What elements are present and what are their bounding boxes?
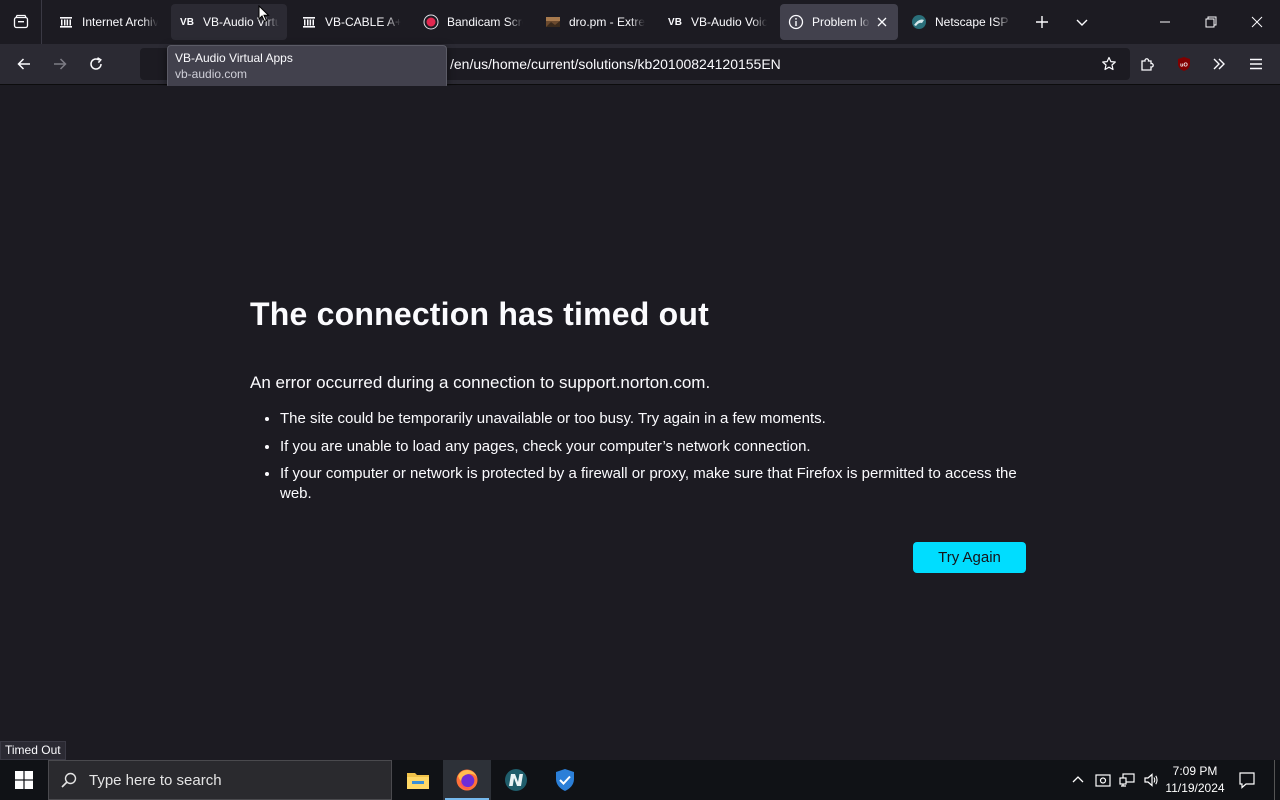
- tooltip-url: vb-audio.com: [175, 67, 248, 81]
- action-center-button[interactable]: [1232, 760, 1262, 800]
- suggestion-item: The site could be temporarily unavailabl…: [280, 409, 1030, 429]
- info-icon: [788, 14, 804, 30]
- restore-button[interactable]: [1188, 0, 1234, 44]
- close-icon: [1251, 16, 1263, 28]
- taskbar-firefox[interactable]: [443, 760, 491, 800]
- tab-label: dro.pm - Extremely: [569, 15, 645, 29]
- tab-label: VB-CABLE A+B: [325, 15, 401, 29]
- network-icon: [1119, 772, 1135, 788]
- shield-icon: [554, 768, 576, 792]
- taskbar-search-box[interactable]: Type here to search: [48, 760, 392, 800]
- suggestion-item: If your computer or network is protected…: [280, 464, 1030, 504]
- error-suggestions: The site could be temporarily unavailabl…: [250, 409, 1030, 512]
- page-title: The connection has timed out: [250, 296, 709, 332]
- tab-problem-loading[interactable]: Problem loading page: [780, 4, 898, 40]
- tab-internet-archive[interactable]: Internet Archive: [50, 4, 166, 40]
- puzzle-icon: [1140, 56, 1156, 72]
- app-menu-button[interactable]: [1240, 48, 1272, 80]
- url-text: /en/us/home/current/solutions/kb20100824…: [450, 56, 781, 72]
- netscape-icon: [911, 14, 927, 30]
- start-button[interactable]: [0, 760, 48, 800]
- image-icon: [545, 14, 561, 30]
- error-page: The connection has timed out An error oc…: [0, 86, 1280, 760]
- archive-icon: [58, 14, 74, 30]
- error-description: An error occurred during a connection to…: [250, 373, 711, 392]
- restore-icon: [1205, 16, 1217, 28]
- reload-button[interactable]: [80, 48, 112, 80]
- search-placeholder: Type here to search: [89, 771, 222, 789]
- arrow-left-icon: [16, 56, 32, 72]
- firefox-view-button[interactable]: [0, 0, 42, 44]
- svg-text:uO: uO: [1180, 62, 1188, 68]
- tab-vb-cable[interactable]: VB-CABLE A+B: [293, 4, 409, 40]
- close-tab-icon[interactable]: [874, 14, 890, 30]
- taskbar-security-app[interactable]: [541, 760, 589, 800]
- new-tab-button[interactable]: [1024, 4, 1060, 40]
- chevron-double-right-icon: [1211, 56, 1227, 72]
- ublock-icon: uO: [1176, 56, 1192, 72]
- tab-netscape-isp[interactable]: Netscape ISP Pages: [903, 4, 1019, 40]
- try-again-button[interactable]: Try Again: [913, 542, 1026, 573]
- tooltip-title: VB-Audio Virtual Apps: [175, 51, 293, 65]
- vb-icon: VB: [668, 16, 682, 28]
- taskbar: Type here to search 7:09 PM 11/19/2024: [0, 760, 1280, 800]
- clock-date: 11/19/2024: [1165, 781, 1225, 795]
- minimize-button[interactable]: [1142, 0, 1188, 44]
- tab-label: VB-Audio VoiceMeeter: [691, 15, 767, 29]
- record-icon: [423, 14, 439, 30]
- capture-icon: [1095, 772, 1111, 788]
- hamburger-menu-icon: [1248, 56, 1264, 72]
- close-window-button[interactable]: [1234, 0, 1280, 44]
- tray-network-icon[interactable]: [1117, 770, 1137, 790]
- chevron-up-icon: [1072, 774, 1084, 786]
- tab-voicemeeter[interactable]: VB VB-Audio VoiceMeeter: [659, 4, 775, 40]
- suggestion-item: If you are unable to load any pages, che…: [280, 437, 1030, 457]
- back-button[interactable]: [8, 48, 40, 80]
- tab-strip: Internet Archive VB VB-Audio Virtual App…: [0, 0, 1280, 44]
- extensions-button[interactable]: [1132, 48, 1164, 80]
- tab-label: Internet Archive: [82, 15, 158, 29]
- taskbar-file-explorer[interactable]: [394, 760, 442, 800]
- file-explorer-icon: [406, 769, 430, 791]
- tab-label: Netscape ISP Pages: [935, 15, 1011, 29]
- tray-overflow-button[interactable]: [1068, 770, 1088, 790]
- notification-icon: [1238, 771, 1256, 789]
- plus-icon: [1035, 15, 1049, 29]
- bookmark-star-button[interactable]: [1093, 48, 1125, 80]
- chevron-down-icon: [1075, 15, 1089, 29]
- list-all-tabs-button[interactable]: [1064, 4, 1100, 40]
- vb-icon: VB: [180, 16, 194, 28]
- clock-time: 7:09 PM: [1172, 764, 1218, 778]
- reload-icon: [88, 56, 104, 72]
- netscape-icon: [504, 768, 528, 792]
- search-icon: [49, 771, 89, 789]
- tab-bandicam[interactable]: Bandicam Screen Recorder: [415, 4, 531, 40]
- tab-label: Bandicam Screen Recorder: [447, 15, 523, 29]
- forward-button[interactable]: [44, 48, 76, 80]
- archive-icon: [301, 14, 317, 30]
- star-icon: [1101, 56, 1117, 72]
- taskbar-netscape[interactable]: [492, 760, 540, 800]
- more-tools-button[interactable]: [1203, 48, 1235, 80]
- tab-dro-pm[interactable]: dro.pm - Extremely: [537, 4, 653, 40]
- tray-capture-icon[interactable]: [1093, 770, 1113, 790]
- taskbar-clock[interactable]: 7:09 PM 11/19/2024: [1156, 763, 1234, 797]
- windows-logo-icon: [15, 771, 33, 789]
- mouse-cursor: [258, 5, 270, 23]
- arrow-right-icon: [52, 56, 68, 72]
- status-panel: Timed Out: [0, 741, 66, 760]
- minimize-icon: [1159, 16, 1171, 28]
- tab-tooltip: VB-Audio Virtual Apps vb-audio.com: [167, 45, 447, 89]
- show-desktop-button[interactable]: [1274, 760, 1280, 800]
- tab-label: Problem loading page: [812, 15, 870, 29]
- firefox-icon: [455, 768, 479, 792]
- firefox-view-icon: [13, 14, 29, 30]
- ublock-origin-button[interactable]: uO: [1168, 48, 1200, 80]
